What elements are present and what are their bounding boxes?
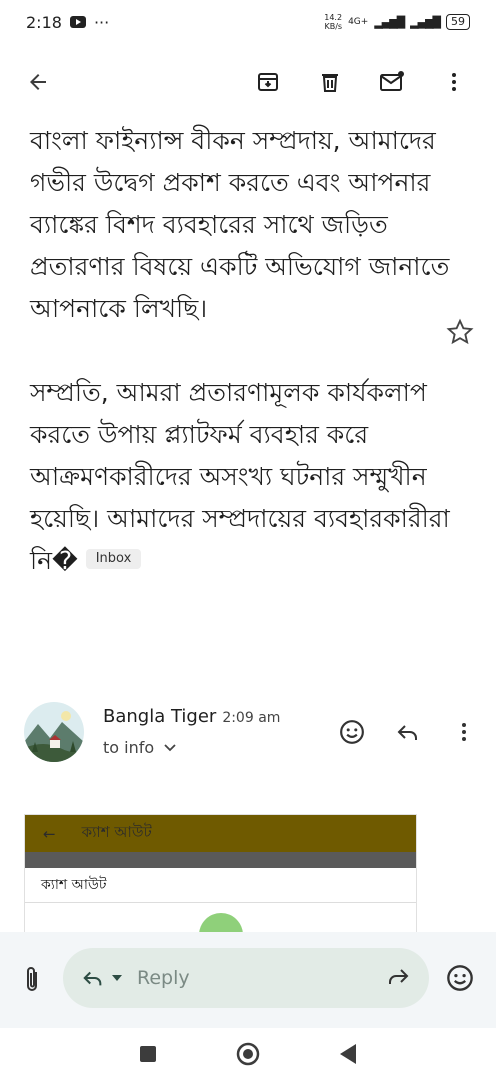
more-vert-icon bbox=[452, 73, 456, 91]
sender-name-line[interactable]: Bangla Tiger 2:09 am bbox=[103, 706, 280, 727]
trash-icon bbox=[322, 74, 338, 92]
preview-header: ← ক্যাশ আউট bbox=[25, 815, 416, 852]
forward-button[interactable] bbox=[385, 964, 411, 992]
signal-icon-2: ▂▄▆█ bbox=[410, 15, 441, 29]
archive-icon bbox=[258, 73, 278, 91]
preview-header-text: ক্যাশ আউট bbox=[81, 823, 152, 841]
reply-icon bbox=[83, 971, 102, 986]
reply-bar: Reply bbox=[0, 932, 496, 1028]
system-back-button[interactable] bbox=[340, 1044, 356, 1064]
reply-button[interactable] bbox=[388, 712, 428, 752]
home-circle-icon bbox=[236, 1042, 260, 1066]
check-circle-icon bbox=[199, 913, 243, 933]
forward-icon bbox=[389, 969, 409, 984]
more-options-button[interactable] bbox=[434, 62, 474, 102]
signal-icon: ▂▄▆█ bbox=[374, 15, 405, 29]
network-type: 4G+ bbox=[348, 17, 369, 27]
message-more-button[interactable] bbox=[444, 712, 484, 752]
star-icon bbox=[446, 318, 474, 345]
embedded-image[interactable]: ← ক্যাশ আউট ক্যাশ আউট bbox=[24, 814, 417, 934]
recipients-toggle[interactable]: to info bbox=[103, 738, 177, 757]
app-bar bbox=[0, 44, 496, 120]
emoji-icon bbox=[340, 720, 364, 744]
emoji-icon bbox=[447, 965, 473, 991]
delete-button[interactable] bbox=[310, 62, 350, 102]
reply-icon bbox=[397, 725, 417, 740]
recipient-text: to info bbox=[103, 738, 155, 757]
status-bar: 2:18 ··· 14.2 KB/s 4G+ ▂▄▆█ ▂▄▆█ 59 bbox=[0, 0, 496, 44]
reply-placeholder: Reply bbox=[137, 967, 190, 989]
message-paragraph-2: সম্প্রতি, আমরা প্রতারণামূলক কার্যকলাপ কর… bbox=[30, 378, 450, 575]
battery-indicator: 59 bbox=[446, 14, 470, 30]
inbox-label-chip[interactable]: Inbox bbox=[85, 549, 142, 569]
youtube-icon bbox=[69, 16, 86, 28]
attach-button[interactable] bbox=[20, 964, 46, 994]
message-paragraph-1: বাংলা ফাইন্যান্স বীকন সম্প্রদায়, আমাদের… bbox=[30, 126, 450, 323]
status-time: 2:18 bbox=[26, 12, 62, 32]
chevron-down-icon bbox=[164, 744, 176, 752]
home-button[interactable] bbox=[236, 1042, 260, 1066]
star-button[interactable] bbox=[446, 318, 476, 348]
avatar[interactable] bbox=[24, 702, 84, 762]
mark-unread-button[interactable] bbox=[372, 62, 412, 102]
more-vert-icon bbox=[462, 723, 466, 741]
message-body: বাংলা ফাইন্যান্স বীকন সম্প্রদায়, আমাদের… bbox=[30, 120, 450, 582]
archive-button[interactable] bbox=[248, 62, 288, 102]
status-more-dots: ··· bbox=[93, 12, 110, 32]
recent-apps-button[interactable] bbox=[140, 1046, 156, 1062]
system-nav-bar bbox=[0, 1028, 496, 1080]
mail-unread-icon bbox=[380, 71, 404, 91]
chevron-down-icon bbox=[112, 975, 122, 981]
paperclip-icon bbox=[27, 967, 37, 991]
add-reaction-button[interactable] bbox=[332, 712, 372, 752]
preview-divider bbox=[25, 852, 416, 868]
sender-name: Bangla Tiger bbox=[103, 706, 217, 727]
back-button[interactable] bbox=[18, 62, 58, 102]
preview-title: ক্যাশ আউট bbox=[25, 868, 416, 903]
emoji-reaction-button[interactable] bbox=[446, 964, 476, 994]
sender-row: Bangla Tiger 2:09 am to info bbox=[24, 702, 484, 766]
network-speed: 14.2 KB/s bbox=[324, 13, 343, 31]
sent-time: 2:09 am bbox=[222, 710, 281, 726]
arrow-left-icon bbox=[30, 74, 46, 90]
reply-input[interactable]: Reply bbox=[63, 948, 429, 1008]
arrow-left-icon: ← bbox=[43, 824, 56, 843]
